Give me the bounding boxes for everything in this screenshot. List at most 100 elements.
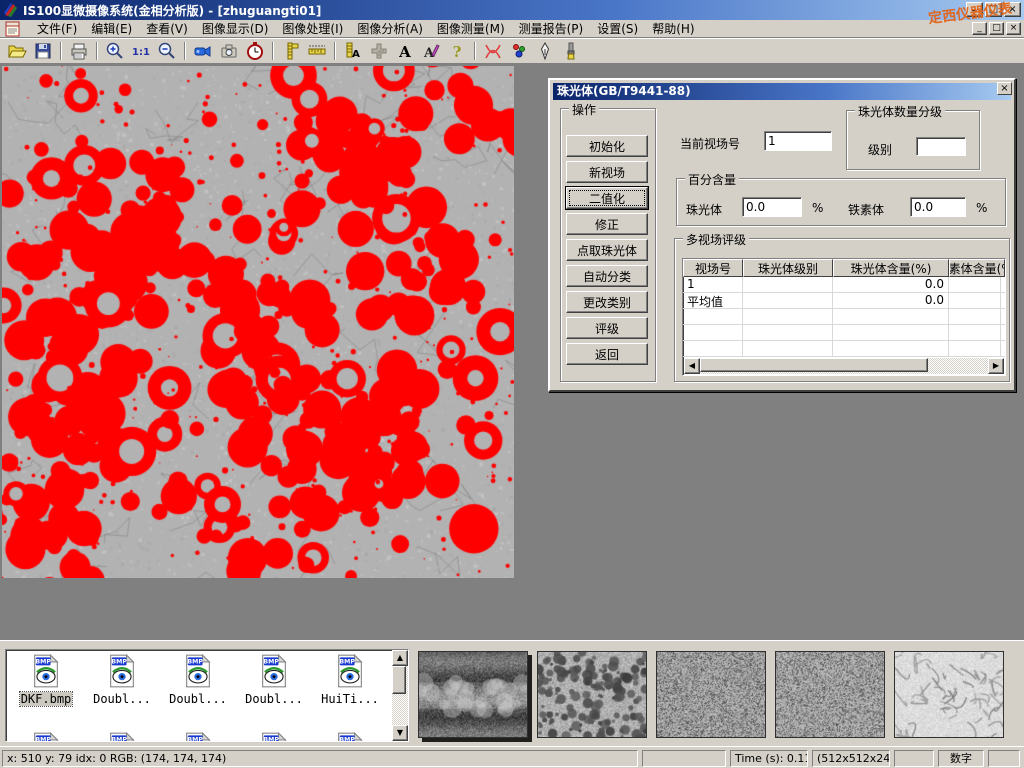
menu-view[interactable]: 查看(V) (139, 19, 195, 38)
dialog-title-bar[interactable]: 珠光体(GB/T9441-88) (553, 83, 1011, 100)
mdi-restore-button[interactable]: □ (989, 22, 1004, 35)
col-pearlite-level[interactable]: 珠光体级别 (743, 259, 833, 277)
snapshot-button[interactable] (216, 40, 242, 62)
pen-button[interactable] (532, 40, 558, 62)
mdi-minimize-button[interactable]: _ (972, 22, 987, 35)
empty-row (683, 341, 1005, 357)
file-name[interactable]: Doubl... (168, 692, 228, 706)
file-list-scrollbar[interactable]: ▲ ▼ (392, 650, 408, 741)
thumbnail-4[interactable] (775, 651, 885, 738)
file-name[interactable]: Doubl... (244, 692, 304, 706)
timer-button[interactable] (242, 40, 268, 62)
menu-image-measure[interactable]: 图像测量(M) (430, 19, 512, 38)
file-item[interactable]: BMP (10, 732, 82, 742)
change-class-button[interactable]: 更改类别 (566, 291, 648, 313)
file-list-panel: BMP DKF.bmp BMP Doubl... BMP Doubl... BM… (5, 649, 409, 742)
video-capture-button[interactable] (190, 40, 216, 62)
correct-button[interactable]: 修正 (566, 213, 648, 235)
actual-size-button[interactable]: 1:1 (128, 40, 154, 62)
video-camera-icon (193, 41, 213, 61)
scrollbar-thumb[interactable] (392, 666, 406, 694)
percent-group-label: 百分含量 (685, 171, 739, 188)
measure-text-button[interactable]: A (340, 40, 366, 62)
menu-settings[interactable]: 设置(S) (590, 19, 645, 38)
annotate-button[interactable]: A (418, 40, 444, 62)
menu-file[interactable]: 文件(F) (30, 19, 84, 38)
svg-text:BMP: BMP (35, 737, 51, 742)
text-label-button[interactable]: A (392, 40, 418, 62)
file-item[interactable]: BMP (238, 732, 310, 742)
pick-pearlite-button[interactable]: 点取珠光体 (566, 239, 648, 261)
scrollbar-track[interactable] (392, 666, 408, 725)
help-button[interactable]: ? (444, 40, 470, 62)
scroll-down-arrow[interactable]: ▼ (392, 725, 408, 741)
menu-image-analysis[interactable]: 图像分析(A) (350, 19, 430, 38)
col-ferrite-content[interactable]: 铁素体含量(%) (949, 259, 1005, 277)
save-button[interactable] (30, 40, 56, 62)
col-pearlite-content[interactable]: 珠光体含量(%) (833, 259, 949, 277)
file-name[interactable]: HuiTi... (320, 692, 380, 706)
return-button[interactable]: 返回 (566, 343, 648, 365)
file-name[interactable]: DKF.bmp (20, 692, 73, 706)
file-item[interactable]: BMP Doubl... (86, 654, 158, 706)
scrollbar-thumb[interactable] (700, 358, 928, 372)
initialize-button[interactable]: 初始化 (566, 135, 648, 157)
mdi-close-button[interactable]: × (1006, 22, 1021, 35)
file-item[interactable]: BMP Doubl... (238, 654, 310, 706)
merge-button[interactable] (366, 40, 392, 62)
classify-points-button[interactable] (506, 40, 532, 62)
pearlite-percent-input[interactable] (742, 197, 802, 217)
cross-icon (369, 41, 389, 61)
grade-button[interactable]: 评级 (566, 317, 648, 339)
scrollbar-track[interactable] (700, 358, 988, 374)
col-field-number[interactable]: 视场号 (683, 259, 743, 277)
thumbnail-3[interactable] (656, 651, 766, 738)
zoom-in-button[interactable] (102, 40, 128, 62)
metallographic-image[interactable] (2, 66, 514, 578)
menu-image-process[interactable]: 图像处理(I) (275, 19, 350, 38)
level-input[interactable] (916, 137, 966, 156)
table-horizontal-scrollbar[interactable]: ◀ ▶ (684, 358, 1004, 374)
file-name[interactable]: Doubl... (92, 692, 152, 706)
bmp-file-icon: BMP (183, 677, 213, 691)
menu-measure-report[interactable]: 测量报告(P) (512, 19, 591, 38)
curve-split-button[interactable] (480, 40, 506, 62)
menu-image-display[interactable]: 图像显示(D) (195, 19, 276, 38)
print-button[interactable] (66, 40, 92, 62)
binarize-button[interactable]: 二值化 (566, 187, 648, 209)
zoom-out-button[interactable] (154, 40, 180, 62)
table-row[interactable]: 1 0.0 (683, 277, 1005, 293)
save-icon (33, 41, 53, 61)
table-row[interactable]: 平均值 0.0 (683, 293, 1005, 309)
open-button[interactable] (4, 40, 30, 62)
thumbnail-2[interactable] (537, 651, 647, 738)
caliper-icon (281, 41, 301, 61)
ferrite-percent-input[interactable] (910, 197, 966, 217)
file-item[interactable]: BMP HuiTi... (314, 654, 386, 706)
ruler-button[interactable] (304, 40, 330, 62)
thumbnail-1[interactable] (418, 651, 528, 738)
new-field-button[interactable]: 新视场 (566, 161, 648, 183)
current-field-input[interactable] (764, 131, 832, 151)
brush-button[interactable] (558, 40, 584, 62)
toolbar-separator (96, 42, 98, 60)
scroll-up-arrow[interactable]: ▲ (392, 650, 408, 666)
rating-table-header: 视场号 珠光体级别 珠光体含量(%) 铁素体含量(%) (683, 259, 1005, 277)
cell-field: 平均值 (683, 293, 743, 308)
file-item[interactable]: BMP Doubl... (162, 654, 234, 706)
caliper-button[interactable] (278, 40, 304, 62)
menu-help[interactable]: 帮助(H) (645, 19, 701, 38)
auto-classify-button[interactable]: 自动分类 (566, 265, 648, 287)
file-item[interactable]: BMP (314, 732, 386, 742)
file-item[interactable]: BMP (162, 732, 234, 742)
thumbnail-5[interactable] (894, 651, 1004, 738)
svg-text:BMP: BMP (339, 737, 355, 742)
file-item[interactable]: BMP (86, 732, 158, 742)
file-item[interactable]: BMP DKF.bmp (10, 654, 82, 706)
menu-edit[interactable]: 编辑(E) (84, 19, 139, 38)
dialog-close-button[interactable]: × (997, 82, 1012, 95)
scroll-right-arrow[interactable]: ▶ (988, 358, 1004, 374)
print-icon (69, 41, 89, 61)
toolbar-separator (60, 42, 62, 60)
scroll-left-arrow[interactable]: ◀ (684, 358, 700, 374)
